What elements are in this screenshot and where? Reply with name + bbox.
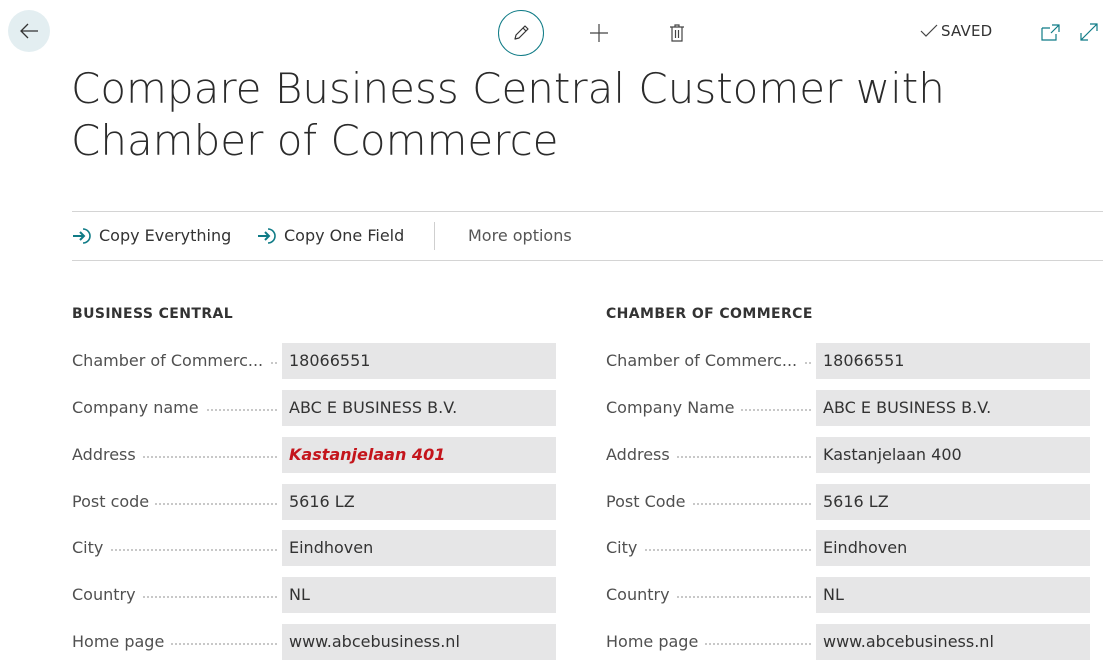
more-options-button[interactable]: More options [468,226,572,245]
field-value-difference[interactable]: Kastanjelaan 401 [282,437,556,473]
pencil-icon [514,25,529,40]
field-label: Country [72,585,277,604]
field-value[interactable]: 5616 LZ [282,484,556,520]
field-value[interactable]: www.abcebusiness.nl [816,624,1090,660]
open-in-new-window-button[interactable] [1040,23,1062,43]
field-value[interactable]: 18066551 [282,343,556,379]
field-value[interactable]: www.abcebusiness.nl [282,624,556,660]
saved-status: SAVED [920,22,992,40]
field-label: Post code [72,492,277,511]
field-value[interactable]: 5616 LZ [816,484,1090,520]
bc-field-address: Address Kastanjelaan 401 [72,437,557,473]
field-value[interactable]: NL [816,577,1090,613]
field-label: Home page [72,632,277,651]
coc-field-home-page: Home page www.abcebusiness.nl [606,624,1091,660]
field-value[interactable]: ABC E BUSINESS B.V. [282,390,556,426]
chamber-of-commerce-caption: CHAMBER OF COMMERCE [606,306,813,322]
expand-icon [1080,23,1098,41]
back-button[interactable] [8,10,50,52]
field-label: Company name [72,398,277,417]
trash-icon [670,24,684,42]
field-label: Country [606,585,811,604]
field-value[interactable]: Kastanjelaan 400 [816,437,1090,473]
field-label: City [72,538,277,557]
field-label: Address [606,445,811,464]
page-title: Compare Business Central Customer with C… [71,64,945,165]
open-in-new-window-icon [1041,24,1060,41]
field-label: Address [72,445,277,464]
bc-field-coc-number: Chamber of Commerc... 18066551 [72,343,557,379]
copy-one-field-action[interactable]: Copy One Field [257,226,404,245]
bc-field-city: City Eindhoven [72,530,557,566]
bc-field-post-code: Post code 5616 LZ [72,484,557,520]
field-label: Company Name [606,398,811,417]
action-bar: Copy Everything Copy One Field More opti… [72,211,1103,261]
field-value[interactable]: ABC E BUSINESS B.V. [816,390,1090,426]
field-label: Chamber of Commerc... [606,351,811,370]
copy-everything-label: Copy Everything [99,226,232,245]
edit-button[interactable] [498,10,544,56]
coc-field-address: Address Kastanjelaan 400 [606,437,1091,473]
field-label: Post Code [606,492,811,511]
arrow-into-icon [258,227,276,244]
plus-icon [590,24,608,42]
coc-field-city: City Eindhoven [606,530,1091,566]
field-label: City [606,538,811,557]
coc-field-coc-number: Chamber of Commerc... 18066551 [606,343,1091,379]
coc-field-post-code: Post Code 5616 LZ [606,484,1091,520]
field-value[interactable]: Eindhoven [282,530,556,566]
copy-one-field-label: Copy One Field [284,226,405,245]
coc-field-company-name: Company Name ABC E BUSINESS B.V. [606,390,1091,426]
action-divider [434,222,435,250]
copy-everything-action[interactable]: Copy Everything [72,226,231,245]
coc-field-country: Country NL [606,577,1091,613]
delete-button[interactable] [665,20,689,46]
field-value[interactable]: 18066551 [816,343,1090,379]
field-label: Chamber of Commerc... [72,351,277,370]
expand-button[interactable] [1078,21,1100,43]
bc-field-home-page: Home page www.abcebusiness.nl [72,624,557,660]
business-central-caption: BUSINESS CENTRAL [72,306,234,322]
field-value[interactable]: Eindhoven [816,530,1090,566]
bc-field-company-name: Company name ABC E BUSINESS B.V. [72,390,557,426]
field-label: Home page [606,632,811,651]
arrow-left-icon [20,23,38,39]
arrow-into-icon [73,227,91,244]
field-value[interactable]: NL [282,577,556,613]
saved-status-label: SAVED [941,22,993,40]
new-button[interactable] [586,20,612,46]
checkmark-icon [920,24,938,37]
bc-field-country: Country NL [72,577,557,613]
